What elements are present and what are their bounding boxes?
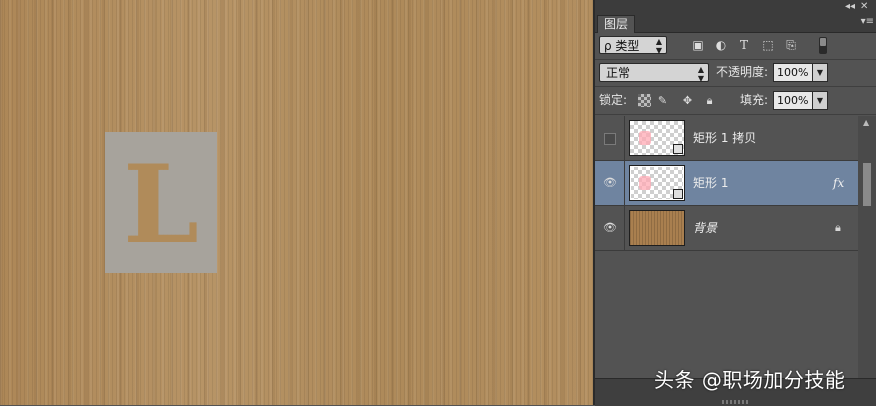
visibility-off-box[interactable] — [604, 133, 616, 145]
visibility-cell[interactable]: 👁︎ — [595, 161, 625, 205]
watermark-text: 头条 @职场加分技能 — [654, 368, 846, 392]
filter-kind-label: ρ 类型 — [604, 39, 640, 53]
fill-dropdown-icon[interactable]: ▼ — [812, 91, 828, 110]
tab-layers[interactable]: 图层 — [597, 15, 636, 33]
eye-icon[interactable]: 👁︎ — [603, 221, 617, 234]
filter-kind-select[interactable]: ρ 类型 ▲ ▼ — [599, 36, 667, 55]
close-panel-icon[interactable]: ✕ — [860, 1, 868, 13]
panel-menu-icon[interactable]: ▾≡ — [861, 16, 874, 28]
lock-row: 锁定: ✎ ✥ 🔒︎ 填充: 100% ▼ — [595, 88, 876, 114]
layers-scrollbar[interactable]: ▲ — [858, 116, 876, 378]
layer-name[interactable]: 矩形 1 拷贝 — [693, 130, 756, 146]
panel-title-bar: ◂◂ ✕ — [595, 0, 876, 14]
image-filter-icon[interactable]: ▣ — [691, 38, 705, 52]
document-canvas[interactable]: L — [0, 0, 593, 405]
layer-thumbnail — [629, 120, 685, 156]
lock-all-icon[interactable]: 🔒︎ — [703, 94, 716, 107]
visibility-cell[interactable]: 👁︎ — [595, 206, 625, 250]
layer-row-selected[interactable]: 👁︎ 矩形 1 fx — [595, 161, 858, 206]
vector-mask-icon — [673, 144, 683, 154]
fx-icon[interactable]: fx — [833, 175, 844, 191]
smart-object-filter-icon[interactable]: ⎘ — [784, 38, 798, 52]
shape-filter-icon[interactable]: ⬚ — [761, 38, 775, 52]
layers-panel: ◂◂ ✕ 图层 ▾≡ ρ 类型 ▲ ▼ ▣ ◐ T ⬚ ⎘ 正常 ▲ ▼ 不透明度:… — [595, 0, 876, 406]
lock-image-pixels-icon[interactable]: ✎ — [656, 94, 669, 107]
blend-mode-value: 正常 — [606, 66, 631, 80]
layers-list: 矩形 1 拷贝 👁︎ 矩形 1 fx 👁︎ 背景 🔒︎ ▲ — [595, 116, 876, 378]
shape-preview — [639, 176, 651, 190]
fill-label: 填充: — [740, 93, 769, 107]
select-arrows-icon: ▲ ▼ — [655, 37, 662, 55]
layer-row-background[interactable]: 👁︎ 背景 🔒︎ — [595, 206, 858, 251]
select-arrows-icon: ▲ ▼ — [697, 65, 704, 83]
shape-preview — [639, 131, 651, 145]
lock-label: 锁定: — [599, 93, 628, 107]
stencil-rectangle: L — [105, 132, 217, 273]
blend-mode-select[interactable]: 正常 ▲ ▼ — [599, 63, 709, 83]
layer-row[interactable]: 矩形 1 拷贝 — [595, 116, 858, 161]
divider — [595, 59, 876, 60]
layer-thumbnail — [629, 165, 685, 201]
text-filter-icon[interactable]: T — [737, 38, 751, 52]
collapse-panel-icon[interactable]: ◂◂ — [845, 1, 855, 13]
resize-grip-icon[interactable] — [722, 400, 750, 404]
scroll-thumb[interactable] — [863, 163, 871, 206]
layer-name[interactable]: 背景 — [693, 220, 717, 236]
opacity-input[interactable]: 100% — [773, 63, 813, 82]
opacity-label: 不透明度: — [716, 65, 769, 79]
divider — [595, 86, 876, 87]
panel-tab-bar: 图层 ▾≡ — [595, 14, 876, 33]
divider — [595, 114, 876, 115]
layer-name[interactable]: 矩形 1 — [693, 175, 728, 191]
layer-filter-row: ρ 类型 ▲ ▼ ▣ ◐ T ⬚ ⎘ — [595, 33, 876, 59]
lock-transparent-pixels-icon[interactable] — [638, 94, 651, 107]
scroll-up-icon[interactable]: ▲ — [863, 119, 869, 127]
fill-input[interactable]: 100% — [773, 91, 813, 110]
lock-position-icon[interactable]: ✥ — [681, 94, 694, 107]
eye-icon[interactable]: 👁︎ — [603, 176, 617, 189]
opacity-dropdown-icon[interactable]: ▼ — [812, 63, 828, 82]
adjustment-filter-icon[interactable]: ◐ — [714, 38, 728, 52]
visibility-cell[interactable] — [595, 116, 625, 160]
layer-thumbnail — [629, 210, 685, 246]
blend-row: 正常 ▲ ▼ 不透明度: 100% ▼ — [595, 61, 876, 86]
vector-mask-icon — [673, 189, 683, 199]
lock-icon: 🔒︎ — [835, 221, 841, 234]
stencil-letter: L — [123, 141, 199, 268]
filter-toggle-switch[interactable] — [819, 37, 827, 54]
